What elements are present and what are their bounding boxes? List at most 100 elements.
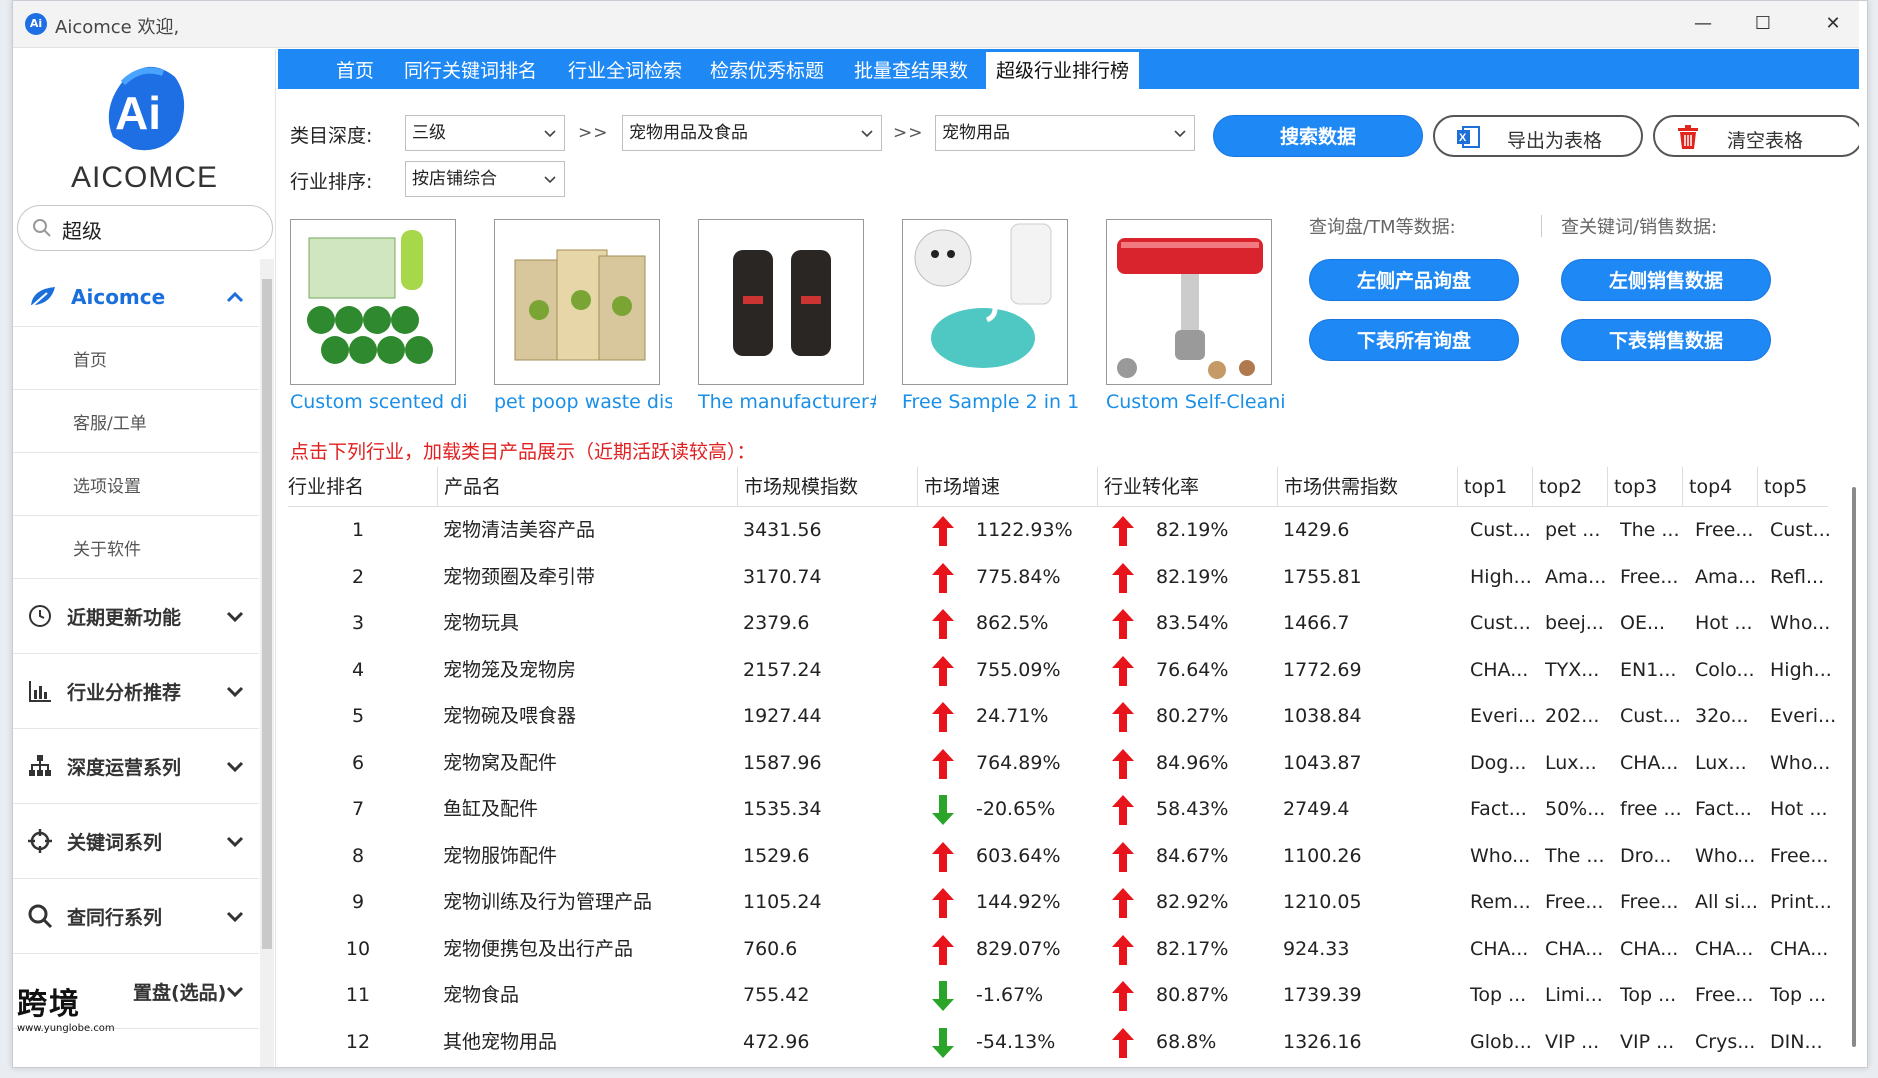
header-top3[interactable]: top3 [1607, 467, 1682, 507]
cell-top1[interactable]: Who... [1470, 833, 1538, 879]
cell-top1[interactable]: Fact... [1470, 786, 1538, 832]
sidebar-scrollbar-thumb[interactable] [262, 279, 272, 949]
tab-peer-keyword-rank[interactable]: 同行关键词排名 [404, 49, 537, 89]
cell-top2[interactable]: Ama... [1545, 554, 1613, 600]
cell-top5[interactable]: Print... [1770, 879, 1838, 925]
cell-top1[interactable]: Cust... [1470, 507, 1538, 553]
cell-top5[interactable]: High... [1770, 647, 1838, 693]
cell-top4[interactable]: Lux... [1695, 740, 1763, 786]
cell-top3[interactable]: CHA... [1620, 926, 1688, 972]
nav-item-competitors[interactable]: 查同行系列 [13, 879, 259, 954]
cell-top4[interactable]: Hot ... [1695, 600, 1763, 646]
cell-top3[interactable]: Free... [1620, 879, 1688, 925]
cell-top1[interactable]: Everi... [1470, 693, 1538, 739]
product-thumb[interactable] [698, 219, 864, 385]
cell-top4[interactable]: Who... [1695, 833, 1763, 879]
left-products-inquiry-button[interactable]: 左侧产品询盘 [1309, 259, 1519, 301]
table-row[interactable]: 2 宠物颈圈及牵引带 3170.74 775.84% 82.19% 1755.81 High… [288, 554, 1828, 600]
close-button[interactable]: ✕ [1813, 9, 1853, 39]
nav-item-recent-updates[interactable]: 近期更新功能 [13, 579, 259, 654]
sidebar-scrollbar[interactable] [260, 259, 274, 1067]
cell-top5[interactable]: Everi... [1770, 693, 1838, 739]
cell-top2[interactable]: TYX... [1545, 647, 1613, 693]
tab-batch-results[interactable]: 批量查结果数 [854, 49, 968, 89]
tab-home[interactable]: 首页 [336, 49, 374, 89]
nav-item-industry-analysis[interactable]: 行业分析推荐 [13, 654, 259, 729]
cell-top1[interactable]: High... [1470, 554, 1538, 600]
header-market-growth[interactable]: 市场增速 [917, 467, 1097, 507]
cell-top2[interactable]: Limi... [1545, 972, 1613, 1018]
nav-sub-support[interactable]: 客服/工单 [13, 390, 259, 453]
cell-top1[interactable]: CHA... [1470, 926, 1538, 972]
product-thumb[interactable] [494, 219, 660, 385]
product-caption[interactable]: Custom Self-Cleanin [1106, 391, 1284, 413]
cell-top2[interactable]: Lux... [1545, 740, 1613, 786]
cell-top4[interactable]: Free... [1695, 507, 1763, 553]
search-data-button[interactable]: 搜索数据 [1213, 115, 1423, 157]
cell-top4[interactable]: Crys... [1695, 1019, 1763, 1065]
cell-top2[interactable]: 50%... [1545, 786, 1613, 832]
cell-top3[interactable]: CHA... [1620, 740, 1688, 786]
product-thumb[interactable] [290, 219, 456, 385]
cell-top1[interactable]: Dog... [1470, 740, 1538, 786]
all-sales-data-button[interactable]: 下表销售数据 [1561, 319, 1771, 361]
left-sales-data-button[interactable]: 左侧销售数据 [1561, 259, 1771, 301]
category2-select[interactable]: 宠物用品 [935, 115, 1195, 151]
header-conversion[interactable]: 行业转化率 [1097, 467, 1277, 507]
depth-select[interactable]: 三级 [405, 115, 565, 151]
product-caption[interactable]: Free Sample 2 in 1 | [902, 391, 1080, 413]
clear-table-button[interactable]: 清空表格 [1653, 115, 1863, 157]
sort-select[interactable]: 按店铺综合 [405, 161, 565, 197]
product-caption[interactable]: The manufacturer# [698, 391, 876, 413]
cell-top3[interactable]: Free... [1620, 554, 1688, 600]
table-scrollbar[interactable] [1849, 487, 1859, 1067]
cell-top5[interactable]: CHA... [1770, 926, 1838, 972]
product-thumb[interactable] [902, 219, 1068, 385]
cell-top4[interactable]: Free... [1695, 972, 1763, 1018]
table-row[interactable]: 12 其他宠物用品 472.96 -54.13% 68.8% 1326.16 Glob...… [288, 1019, 1828, 1065]
cell-top1[interactable]: Glob... [1470, 1019, 1538, 1065]
nav-sub-settings[interactable]: 选项设置 [13, 453, 259, 516]
table-row[interactable]: 4 宠物笼及宠物房 2157.24 755.09% 76.64% 1772.69 CHA..… [288, 647, 1832, 693]
table-row[interactable]: 3 宠物玩具 2379.6 862.5% 83.54% 1466.7 Cust... beej… [288, 600, 1830, 646]
cell-top2[interactable]: pet ... [1545, 507, 1613, 553]
cell-top2[interactable]: The ... [1545, 833, 1613, 879]
header-top2[interactable]: top2 [1532, 467, 1607, 507]
cell-top2[interactable]: Free... [1545, 879, 1613, 925]
cell-top2[interactable]: CHA... [1545, 926, 1613, 972]
table-row[interactable]: 10 宠物便携包及出行产品 760.6 829.07% 82.17% 924.33 CHA.… [288, 926, 1828, 972]
nav-sub-about[interactable]: 关于软件 [13, 516, 259, 579]
tab-good-titles[interactable]: 检索优秀标题 [710, 49, 824, 89]
header-supply-demand[interactable]: 市场供需指数 [1277, 467, 1457, 507]
cell-top4[interactable]: 32o... [1695, 693, 1763, 739]
minimize-button[interactable]: — [1683, 9, 1723, 39]
cell-top4[interactable]: CHA... [1695, 926, 1763, 972]
cell-top4[interactable]: Ama... [1695, 554, 1763, 600]
export-table-button[interactable]: X 导出为表格 [1433, 115, 1643, 157]
cell-top5[interactable]: Who... [1770, 600, 1838, 646]
product-thumb[interactable] [1106, 219, 1272, 385]
table-row[interactable]: 9 宠物训练及行为管理产品 1105.24 144.92% 82.92% 1210.05 R… [288, 879, 1832, 925]
table-row[interactable]: 8 宠物服饰配件 1529.6 603.64% 84.67% 1100.26 Who... T… [288, 833, 1828, 879]
cell-top5[interactable]: Refl... [1770, 554, 1838, 600]
header-product-name[interactable]: 产品名 [437, 467, 737, 507]
cell-top1[interactable]: Top ... [1470, 972, 1538, 1018]
cell-top5[interactable]: Free... [1770, 833, 1838, 879]
nav-group-aicomce[interactable]: Aicomce [13, 267, 259, 327]
cell-top3[interactable]: EN1... [1620, 647, 1688, 693]
all-inquiry-button[interactable]: 下表所有询盘 [1309, 319, 1519, 361]
header-top4[interactable]: top4 [1682, 467, 1757, 507]
header-rank[interactable]: 行业排名 [288, 467, 428, 507]
header-top1[interactable]: top1 [1457, 467, 1532, 507]
table-row[interactable]: 11 宠物食品 755.42 -1.67% 80.87% 1739.39 Top ... Li… [288, 972, 1828, 1018]
cell-top5[interactable]: Hot ... [1770, 786, 1838, 832]
maximize-button[interactable]: ☐ [1743, 9, 1783, 39]
cell-top1[interactable]: CHA... [1470, 647, 1538, 693]
cell-top3[interactable]: VIP ... [1620, 1019, 1688, 1065]
table-scrollbar-thumb[interactable] [1852, 487, 1856, 1047]
header-market-scale[interactable]: 市场规模指数 [737, 467, 917, 507]
table-row[interactable]: 7 鱼缸及配件 1535.34 -20.65% 58.43% 2749.4 Fact... 5… [288, 786, 1828, 832]
cell-top5[interactable]: Cust... [1770, 507, 1838, 553]
cell-top3[interactable]: Dro... [1620, 833, 1688, 879]
tab-industry-keyword-search[interactable]: 行业全词检索 [568, 49, 682, 89]
